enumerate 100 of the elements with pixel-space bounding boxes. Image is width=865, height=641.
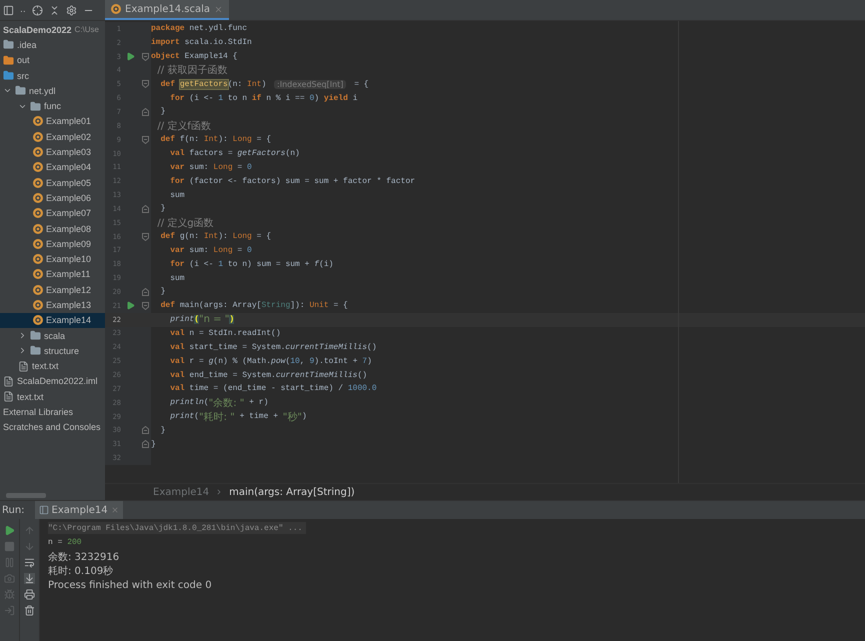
tree-item[interactable]: Example08: [0, 220, 105, 236]
tree-item[interactable]: Example10: [0, 251, 105, 267]
scala-object-icon: [33, 254, 43, 264]
exit-icon[interactable]: [4, 605, 15, 616]
tree-item-label: Example06: [46, 192, 92, 203]
scala-object-icon: [33, 315, 43, 326]
code-line: sum: [169, 274, 185, 283]
tree-item[interactable]: Example06: [0, 190, 105, 206]
tree-item[interactable]: scala: [0, 328, 105, 344]
view-label[interactable]: ..: [20, 5, 26, 15]
package-folder-icon: [30, 345, 41, 356]
breadcrumb[interactable]: Example14: [153, 486, 210, 498]
run-tab[interactable]: Example14: [34, 501, 123, 519]
project-view-icon[interactable]: [3, 4, 14, 16]
tree-item[interactable]: External Libraries: [0, 404, 105, 420]
file-icon: [18, 360, 29, 372]
bug-icon[interactable]: [4, 589, 15, 600]
tree-item-label: text.txt: [17, 392, 44, 402]
tree-item[interactable]: Example09: [0, 236, 105, 252]
stop-icon[interactable]: [4, 541, 15, 552]
tree-item[interactable]: src: [0, 68, 105, 84]
tree-item[interactable]: ScalaDemo2022 C:\Use: [0, 22, 105, 38]
code-line: def f(n: Int): Long = {: [160, 135, 272, 144]
settings-icon[interactable]: [66, 4, 77, 16]
tree-item[interactable]: func: [0, 98, 105, 114]
tree-item[interactable]: out: [0, 52, 105, 68]
fold-icon[interactable]: [142, 52, 148, 61]
editor-tab[interactable]: Example14.scala: [105, 0, 230, 20]
tree-item[interactable]: .idea: [0, 37, 105, 53]
tree-item[interactable]: text.txt: [0, 358, 105, 374]
tree-item[interactable]: Example05: [0, 174, 105, 190]
tree-item[interactable]: structure: [0, 343, 105, 359]
tree-item[interactable]: Example01: [0, 114, 105, 130]
tree-item-label: .idea: [17, 40, 37, 50]
scala-object-icon: [33, 116, 43, 126]
camera-icon[interactable]: [4, 573, 15, 584]
tree-item-label: Example09: [46, 238, 92, 249]
fold-icon[interactable]: [142, 136, 148, 144]
pause-icon[interactable]: [4, 557, 15, 568]
trash-icon[interactable]: [24, 605, 35, 616]
scroll-to-end-icon[interactable]: [24, 573, 35, 584]
console-line: 耗时: 0.109秒: [48, 564, 114, 578]
file-icon: [3, 376, 14, 387]
tree-item[interactable]: Example14: [0, 312, 105, 328]
close-icon[interactable]: [214, 4, 224, 14]
tree-item-label: Example14: [46, 315, 92, 326]
tree-item[interactable]: Example07: [0, 206, 105, 221]
code-line: val r = g(n) % (Math.pow(10, 9).toInt + 7): [169, 356, 372, 366]
code-line: val start_time = System.currentTimeMillis(): [169, 342, 377, 352]
tree-item[interactable]: net.ydl: [0, 83, 105, 98]
tree-item-label: Example10: [46, 254, 92, 264]
code-line: for (factor <- factors) sum = sum + factor * factor: [169, 176, 416, 186]
breadcrumb[interactable]: main(args: Array[String]): [229, 486, 355, 498]
fold-icon[interactable]: [142, 302, 148, 310]
run-icon[interactable]: [126, 52, 134, 62]
tree-item-label: net.ydl: [29, 86, 56, 96]
unfold-icon[interactable]: [142, 440, 148, 448]
console-line: Process finished with exit code 0: [48, 579, 212, 592]
tree-item[interactable]: Scratches and Consoles: [0, 420, 105, 436]
tree-item-label: Example13: [46, 300, 92, 310]
unfold-icon[interactable]: [142, 204, 148, 213]
tree-item[interactable]: Example13: [0, 297, 105, 313]
soft-wrap-icon[interactable]: [24, 557, 35, 568]
fold-icon[interactable]: [142, 232, 148, 241]
scrollbar-thumb[interactable]: [6, 493, 46, 498]
file-icon: [3, 391, 14, 402]
arrow-down-icon[interactable]: [24, 541, 35, 552]
scala-object-icon: [33, 300, 43, 310]
unfold-icon[interactable]: [142, 288, 148, 296]
tree-item[interactable]: text.txt: [0, 389, 105, 404]
tree-item[interactable]: Example12: [0, 282, 105, 298]
tree-item[interactable]: Example02: [0, 129, 105, 144]
code-line: var sum: Long = 0: [169, 246, 252, 255]
unfold-icon[interactable]: [142, 108, 148, 116]
code-line: val factors = getFactors(n): [169, 149, 300, 158]
scala-object-icon: [33, 162, 43, 172]
arrow-up-icon[interactable]: [24, 525, 35, 536]
code-line: sum: [169, 190, 185, 200]
run-label: Run:: [2, 504, 25, 516]
scala-object-icon: [33, 224, 43, 234]
code-line: }: [160, 426, 166, 435]
print-icon[interactable]: [24, 589, 35, 600]
fold-icon[interactable]: [142, 80, 148, 88]
run-icon[interactable]: [126, 301, 134, 310]
tree-item[interactable]: Example04: [0, 160, 105, 175]
rerun-icon[interactable]: [4, 525, 15, 536]
locate-icon[interactable]: [32, 4, 43, 16]
scala-object-icon: [33, 147, 43, 158]
code-line: // 定义g函数: [156, 216, 214, 230]
close-icon[interactable]: [110, 506, 119, 514]
tree-item[interactable]: ScalaDemo2022.iml: [0, 374, 105, 390]
tree-item[interactable]: Example03: [0, 144, 105, 160]
unfold-icon[interactable]: [142, 426, 148, 434]
code-line: val n = StdIn.readInt(): [169, 328, 281, 338]
scala-object-icon: [33, 192, 43, 203]
scala-object-icon: [33, 132, 43, 142]
tree-item-label: Scratches and Consoles: [3, 422, 101, 432]
console-command: "C:\Program Files\Java\jdk1.8.0_281\bin\java.exe" ...: [48, 522, 306, 534]
tree-item[interactable]: Example11: [0, 266, 105, 282]
tree-item-label: Example07: [46, 208, 92, 218]
